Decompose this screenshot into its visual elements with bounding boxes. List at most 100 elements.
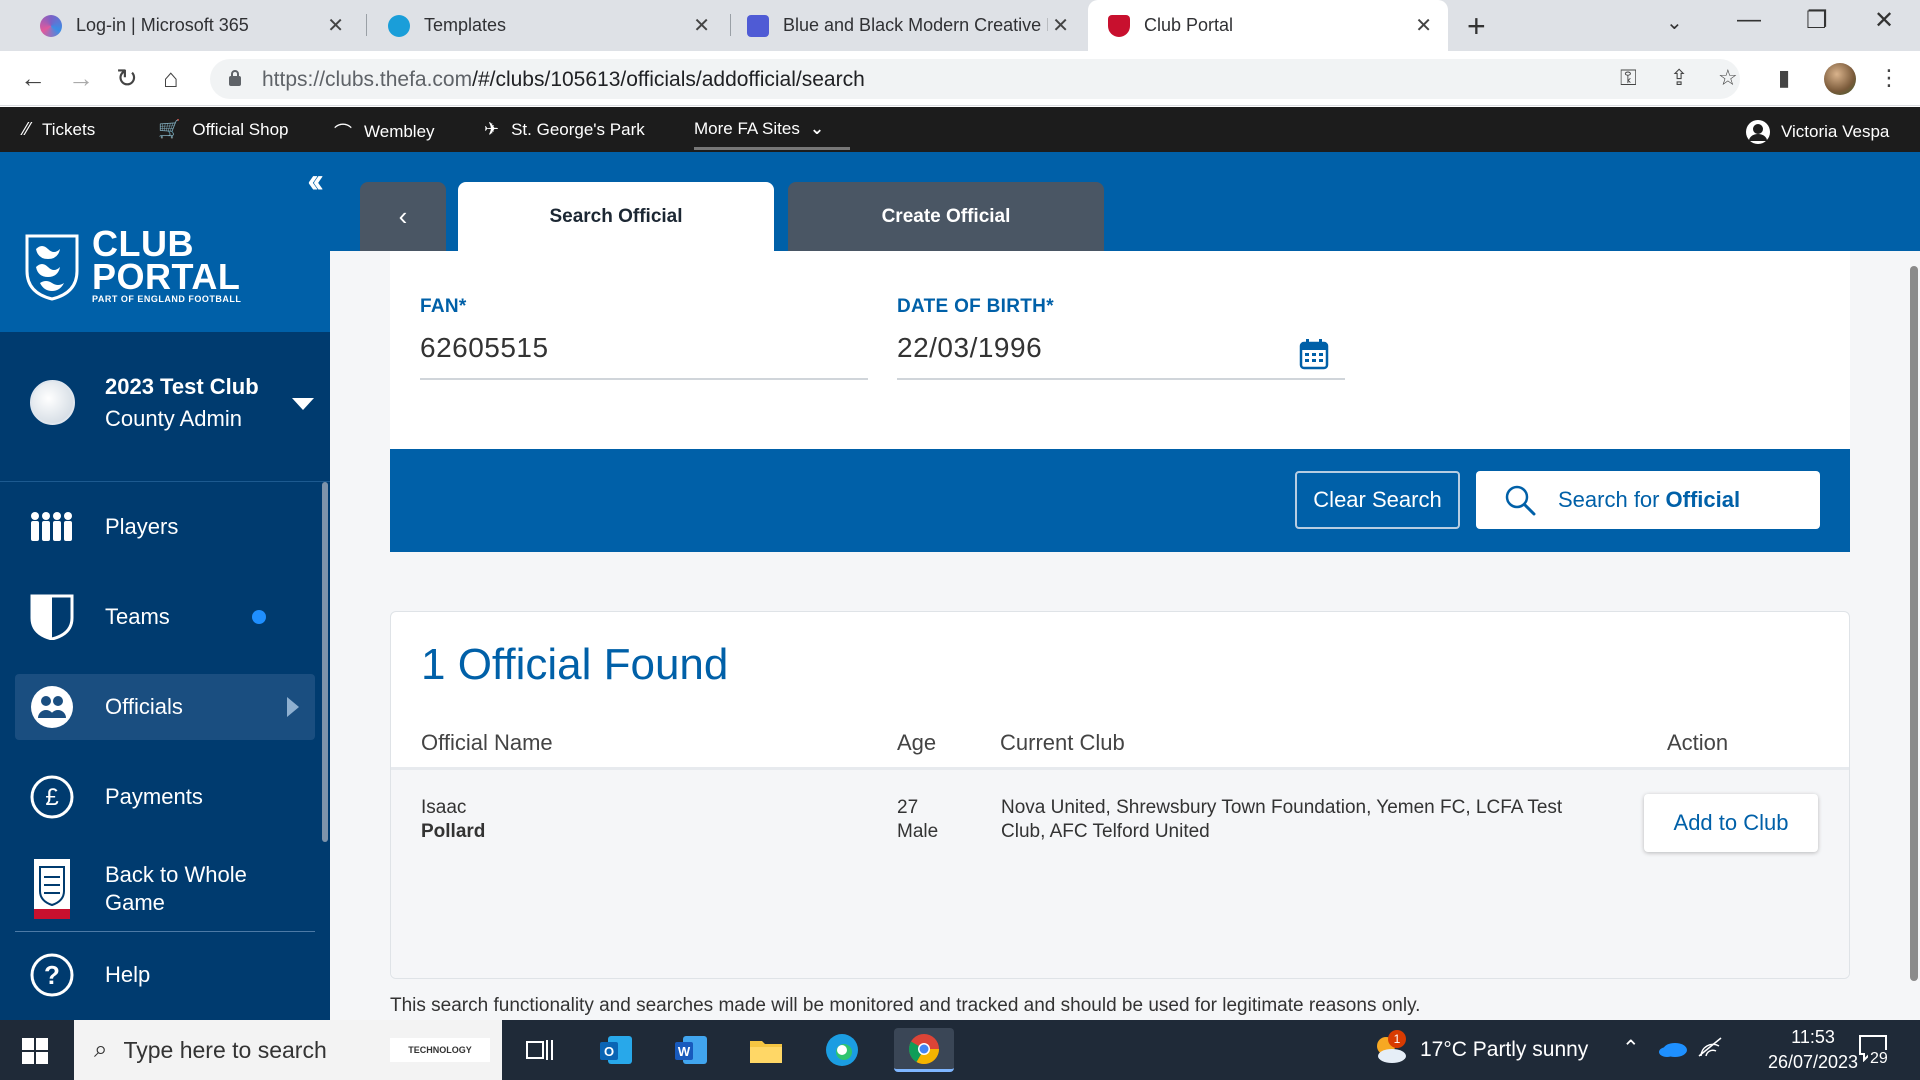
edge-icon[interactable] (820, 1028, 864, 1072)
wifi-icon[interactable] (1697, 1036, 1723, 1064)
close-tab-icon[interactable]: ✕ (327, 13, 344, 38)
forward-arrow-icon[interactable]: → (68, 63, 94, 94)
browser-tab-blue-black[interactable]: Blue and Black Modern Creative I ✕ (727, 0, 1085, 51)
tab-title: Log-in | Microsoft 365 (76, 15, 249, 35)
sidebar: ‹‹ CLUB PORTAL PART OF ENGLAND FOOTBALL … (0, 152, 330, 1020)
bookmark-star-icon[interactable]: ☆ (1718, 65, 1738, 91)
onedrive-icon[interactable] (1658, 1040, 1688, 1064)
sidebar-scrollbar[interactable] (322, 482, 328, 842)
new-tab-icon[interactable]: + (1467, 8, 1486, 45)
tickets-label: Tickets (42, 119, 96, 139)
calendar-icon[interactable] (1299, 338, 1329, 370)
taskbar-search-box[interactable]: ⌕ Type here to search TECHNOLOGY (74, 1020, 502, 1080)
tickets-link[interactable]: ⁄⁄ Tickets (24, 119, 95, 140)
home-icon[interactable]: ⌂ (163, 63, 179, 94)
file-explorer-icon[interactable] (744, 1028, 788, 1072)
user-avatar-icon (1746, 120, 1770, 144)
search-icon (1505, 485, 1536, 516)
tab-search-official[interactable]: Search Official (458, 182, 774, 251)
chrome-icon[interactable] (894, 1028, 954, 1072)
caret-right-icon (287, 697, 299, 717)
search-form: FAN* 62605515 DATE OF BIRTH* 22/03/1996 (390, 251, 1850, 451)
more-fa-sites-label: More FA Sites (694, 119, 800, 138)
tab-label: Create Official (881, 205, 1011, 227)
official-current-clubs: Nova United, Shrewsbury Town Foundation,… (1001, 797, 1563, 842)
back-tab-button[interactable]: ‹ (360, 182, 446, 251)
windows-start-icon[interactable] (22, 1038, 48, 1069)
sidebar-item-whole-game[interactable]: Back to Whole Game (15, 852, 315, 926)
tab-search-chevron-icon[interactable]: ⌄ (1666, 10, 1683, 35)
dob-input[interactable]: 22/03/1996 (897, 332, 1345, 380)
close-tab-icon[interactable]: ✕ (693, 13, 710, 38)
more-fa-sites-dropdown[interactable]: More FA Sites ⌄ (694, 119, 850, 150)
share-icon[interactable]: ⇪ (1670, 65, 1688, 91)
close-tab-icon[interactable]: ✕ (1052, 13, 1069, 38)
search-icon: ⌕ (94, 1036, 108, 1063)
search-placeholder: Type here to search (123, 1036, 327, 1063)
search-actions-bar: Clear Search Search for Official (390, 449, 1850, 552)
clear-search-button[interactable]: Clear Search (1295, 471, 1460, 529)
side-panel-icon[interactable]: ▮ (1778, 65, 1790, 91)
outlook-icon[interactable]: O (594, 1028, 638, 1072)
club-portal-logo[interactable]: CLUB PORTAL PART OF ENGLAND FOOTBALL (22, 226, 241, 305)
column-header-club: Current Club (1000, 730, 1125, 755)
sidebar-item-payments[interactable]: £ Payments (15, 764, 315, 830)
fan-input[interactable]: 62605515 (420, 332, 868, 380)
official-gender: Male (897, 821, 939, 842)
wembley-link[interactable]: ⌒ Wembley (334, 119, 435, 145)
tab-title: Club Portal (1144, 15, 1234, 35)
tray-expand-chevron-icon[interactable]: ⌃ (1622, 1036, 1640, 1061)
main-scrollbar[interactable] (1910, 266, 1918, 981)
svg-text:O: O (604, 1044, 614, 1059)
browser-tab-club-portal[interactable]: Club Portal ✕ (1088, 0, 1448, 51)
browser-tab-templates[interactable]: Templates ✕ (368, 0, 726, 51)
notifications-count-badge: 29 (1868, 1050, 1890, 1068)
url-text: https://clubs.thefa.com/#/clubs/105613/o… (262, 68, 865, 92)
browser-tab-microsoft365[interactable]: Log-in | Microsoft 365 ✕ (20, 0, 360, 51)
weather-text[interactable]: 17°C Partly sunny (1420, 1038, 1588, 1062)
url-host: https://clubs.thefa.com (262, 68, 473, 91)
logo-word-portal: PORTAL (92, 256, 241, 297)
add-to-club-button[interactable]: Add to Club (1644, 794, 1818, 852)
windows-taskbar: ⌕ Type here to search TECHNOLOGY O W 1 1… (0, 1020, 1920, 1080)
wembley-label: Wembley (364, 122, 435, 141)
close-window-icon[interactable]: ✕ (1874, 6, 1894, 35)
menu-dots-icon[interactable]: ⋮ (1878, 65, 1900, 91)
back-arrow-icon[interactable]: ← (20, 63, 46, 94)
task-view-icon[interactable] (518, 1028, 562, 1072)
key-icon[interactable]: ⚿ (1620, 65, 1637, 91)
club-badge-avatar (30, 380, 75, 425)
fan-field[interactable]: FAN* 62605515 (420, 296, 868, 380)
profile-avatar[interactable] (1824, 63, 1856, 95)
sidebar-item-players[interactable]: Players (15, 494, 315, 560)
search-highlight-badge: TECHNOLOGY (390, 1038, 490, 1062)
url-field[interactable]: https://clubs.thefa.com/#/clubs/105613/o… (210, 59, 1740, 99)
search-for-official-button[interactable]: Search for Official (1476, 471, 1820, 529)
system-clock[interactable]: 11:53 26/07/2023 (1758, 1027, 1868, 1073)
sidebar-item-officials[interactable]: Officials (15, 674, 315, 740)
monitoring-disclaimer: This search functionality and searches m… (390, 995, 1421, 1016)
official-shop-label: Official Shop (192, 119, 289, 139)
fa-crest-logo (25, 234, 79, 301)
date-of-birth-field[interactable]: DATE OF BIRTH* 22/03/1996 (897, 296, 1345, 380)
tab-create-official[interactable]: Create Official (788, 182, 1104, 251)
fa-sites-bar: ⁄⁄ Tickets 🛒 Official Shop ⌒ Wembley ✈ S… (0, 107, 1920, 152)
club-selector[interactable]: 2023 Test Club County Admin (0, 332, 330, 482)
close-tab-icon[interactable]: ✕ (1415, 13, 1432, 38)
results-panel: 1 Official Found Official Name Age Curre… (390, 611, 1850, 979)
sidebar-item-help[interactable]: ? Help (15, 942, 315, 1008)
collapse-sidebar-icon[interactable]: ‹‹ (307, 162, 323, 201)
officials-icon (27, 682, 77, 732)
user-menu[interactable]: Victoria Vespa (1745, 119, 1889, 145)
word-icon[interactable]: W (669, 1028, 713, 1072)
user-name: Victoria Vespa (1781, 122, 1890, 141)
official-shop-link[interactable]: 🛒 Official Shop (158, 119, 289, 140)
search-button-label-bold: Official (1665, 487, 1741, 512)
reload-icon[interactable]: ↻ (116, 63, 138, 94)
minimize-icon[interactable]: — (1737, 6, 1761, 34)
help-question-icon: ? (27, 950, 77, 1000)
official-first-name: Isaac (421, 797, 467, 818)
sidebar-item-teams[interactable]: Teams (15, 584, 315, 650)
restore-icon[interactable]: ❐ (1806, 6, 1828, 35)
st-georges-park-link[interactable]: ✈ St. George's Park (484, 119, 645, 140)
